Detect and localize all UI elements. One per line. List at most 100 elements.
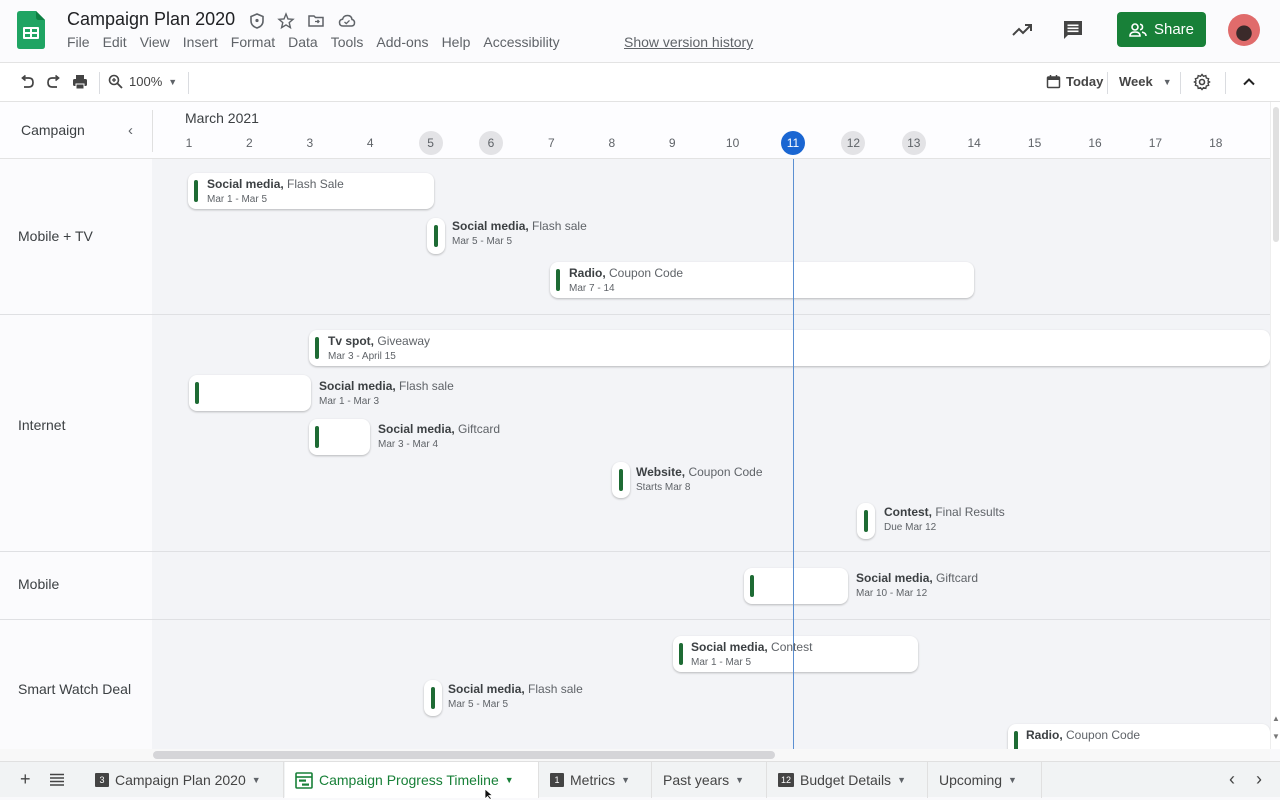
menu-format[interactable]: Format (231, 34, 275, 50)
scroll-down-arrow-icon[interactable]: ▼ (1272, 732, 1280, 741)
event-name: Giveaway (377, 334, 431, 348)
scroll-tabs-right-chevron-icon[interactable]: › (1256, 769, 1262, 790)
shield-icon[interactable] (248, 12, 266, 30)
activity-trend-icon[interactable] (1010, 18, 1034, 42)
zoom-value: 100% (129, 74, 163, 89)
event-color-bar (195, 382, 199, 404)
event-card[interactable] (309, 419, 370, 455)
toolbar-divider (188, 72, 189, 94)
collapse-toolbar-chevron-up-icon[interactable] (1240, 73, 1258, 91)
undo-icon[interactable] (18, 73, 36, 91)
chevron-down-icon[interactable]: ▼ (897, 775, 906, 785)
event-color-bar (431, 687, 435, 709)
event-name: Contest (771, 640, 813, 654)
scroll-up-arrow-icon[interactable]: ▲ (1272, 714, 1280, 723)
event-dates: Mar 1 - Mar 5 (691, 657, 752, 668)
group-divider (0, 314, 1270, 315)
event-label: Social media, Flash Sale Mar 1 - Mar 5 (207, 177, 344, 205)
chevron-down-icon[interactable]: ▼ (1008, 775, 1017, 785)
event-card[interactable] (424, 680, 442, 716)
group-label-smart-watch-deal[interactable]: Smart Watch Deal (18, 681, 131, 697)
all-sheets-list-icon[interactable] (49, 773, 65, 787)
sheet-tab-campaign-progress-timeline[interactable]: Campaign Progress Timeline ▼ (285, 762, 539, 798)
event-card[interactable] (309, 330, 1270, 366)
event-dates: Starts Mar 8 (636, 482, 691, 493)
event-label: Radio, Coupon Code Mar 7 - 14 (569, 266, 683, 294)
chevron-down-icon[interactable]: ▼ (735, 775, 744, 785)
version-history-link[interactable]: Show version history (624, 34, 753, 50)
group-label-internet[interactable]: Internet (18, 417, 65, 433)
menu-addons[interactable]: Add-ons (376, 34, 428, 50)
chevron-down-icon[interactable]: ▼ (505, 775, 514, 785)
day-label: 8 (608, 136, 616, 150)
event-card[interactable] (189, 375, 311, 411)
day-label: 7 (548, 136, 555, 150)
timeline-body: Mobile + TV Internet Mobile Smart Watch … (0, 159, 1270, 749)
collapse-sidebar-chevron-left-icon[interactable]: ‹ (128, 122, 133, 139)
horizontal-scrollbar[interactable] (0, 749, 1270, 761)
event-card[interactable] (427, 218, 445, 254)
event-label: Social media, Flash sale Mar 5 - Mar 5 (448, 682, 583, 710)
chevron-down-icon[interactable]: ▼ (252, 775, 261, 785)
view-range-select[interactable]: Week ▼ (1119, 74, 1172, 89)
toolbar: 100% ▼ Today Week ▼ (0, 62, 1280, 102)
day-label: 3 (306, 136, 314, 150)
event-name: Flash Sale (287, 177, 344, 191)
settings-gear-icon[interactable] (1193, 73, 1211, 91)
event-color-bar (315, 426, 319, 448)
event-color-bar (619, 469, 623, 491)
group-label-mobile[interactable]: Mobile (18, 576, 59, 592)
group-label-column (0, 159, 152, 749)
star-icon[interactable] (277, 12, 295, 30)
menu-accessibility[interactable]: Accessibility (483, 34, 559, 50)
share-button[interactable]: Share (1117, 12, 1206, 47)
sheet-tab-past-years[interactable]: Past years ▼ (653, 762, 767, 798)
group-label-mobile-tv[interactable]: Mobile + TV (18, 228, 93, 244)
event-name: Final Results (935, 505, 1005, 519)
sheet-tab-metrics[interactable]: 1 Metrics ▼ (540, 762, 652, 798)
event-color-bar (434, 225, 438, 247)
cloud-saved-icon[interactable] (338, 12, 356, 30)
today-button[interactable]: Today (1046, 74, 1103, 89)
move-folder-icon[interactable] (307, 12, 325, 30)
vertical-scrollbar[interactable]: ▲ ▼ (1270, 102, 1280, 749)
event-name: Coupon Code (609, 266, 684, 280)
document-title[interactable]: Campaign Plan 2020 (67, 9, 235, 30)
add-sheet-plus-icon[interactable]: + (20, 769, 31, 790)
toolbar-divider (1180, 72, 1181, 94)
zoom-select[interactable]: 100% ▼ (108, 74, 177, 89)
sheet-tab-upcoming[interactable]: Upcoming ▼ (929, 762, 1042, 798)
event-channel: Social media, (207, 177, 284, 191)
horizontal-scroll-thumb[interactable] (153, 751, 775, 759)
menu-edit[interactable]: Edit (103, 34, 127, 50)
redo-icon[interactable] (45, 73, 63, 91)
vertical-scroll-thumb[interactable] (1273, 107, 1279, 242)
event-dates: Mar 5 - Mar 5 (452, 236, 513, 247)
today-label: Today (1066, 74, 1104, 89)
day-label: 9 (668, 136, 676, 150)
print-icon[interactable] (71, 73, 89, 91)
menu-file[interactable]: File (67, 34, 90, 50)
menu-insert[interactable]: Insert (183, 34, 218, 50)
menu-data[interactable]: Data (288, 34, 318, 50)
day-label: 16 (1088, 136, 1102, 150)
event-name: Giftcard (936, 571, 979, 585)
menu-view[interactable]: View (140, 34, 170, 50)
menu-tools[interactable]: Tools (331, 34, 364, 50)
event-card[interactable] (744, 568, 848, 604)
event-card[interactable] (857, 503, 875, 539)
event-color-bar (1014, 731, 1018, 749)
event-dates: Due Mar 12 (884, 522, 937, 533)
user-avatar[interactable] (1228, 14, 1260, 46)
menu-help[interactable]: Help (442, 34, 471, 50)
sheet-tab-campaign-plan-2020[interactable]: 3 Campaign Plan 2020 ▼ (85, 762, 284, 798)
sheets-logo-icon[interactable] (17, 11, 45, 49)
chevron-down-icon[interactable]: ▼ (621, 775, 630, 785)
event-dates: Mar 5 - Mar 5 (448, 699, 509, 710)
event-card[interactable] (612, 462, 630, 498)
scroll-tabs-left-chevron-icon[interactable]: ‹ (1229, 769, 1235, 790)
comments-icon[interactable] (1061, 18, 1085, 42)
sheet-tab-budget-details[interactable]: 12 Budget Details ▼ (768, 762, 928, 798)
event-label: Radio, Coupon Code (1026, 728, 1140, 745)
header-divider (152, 110, 153, 152)
